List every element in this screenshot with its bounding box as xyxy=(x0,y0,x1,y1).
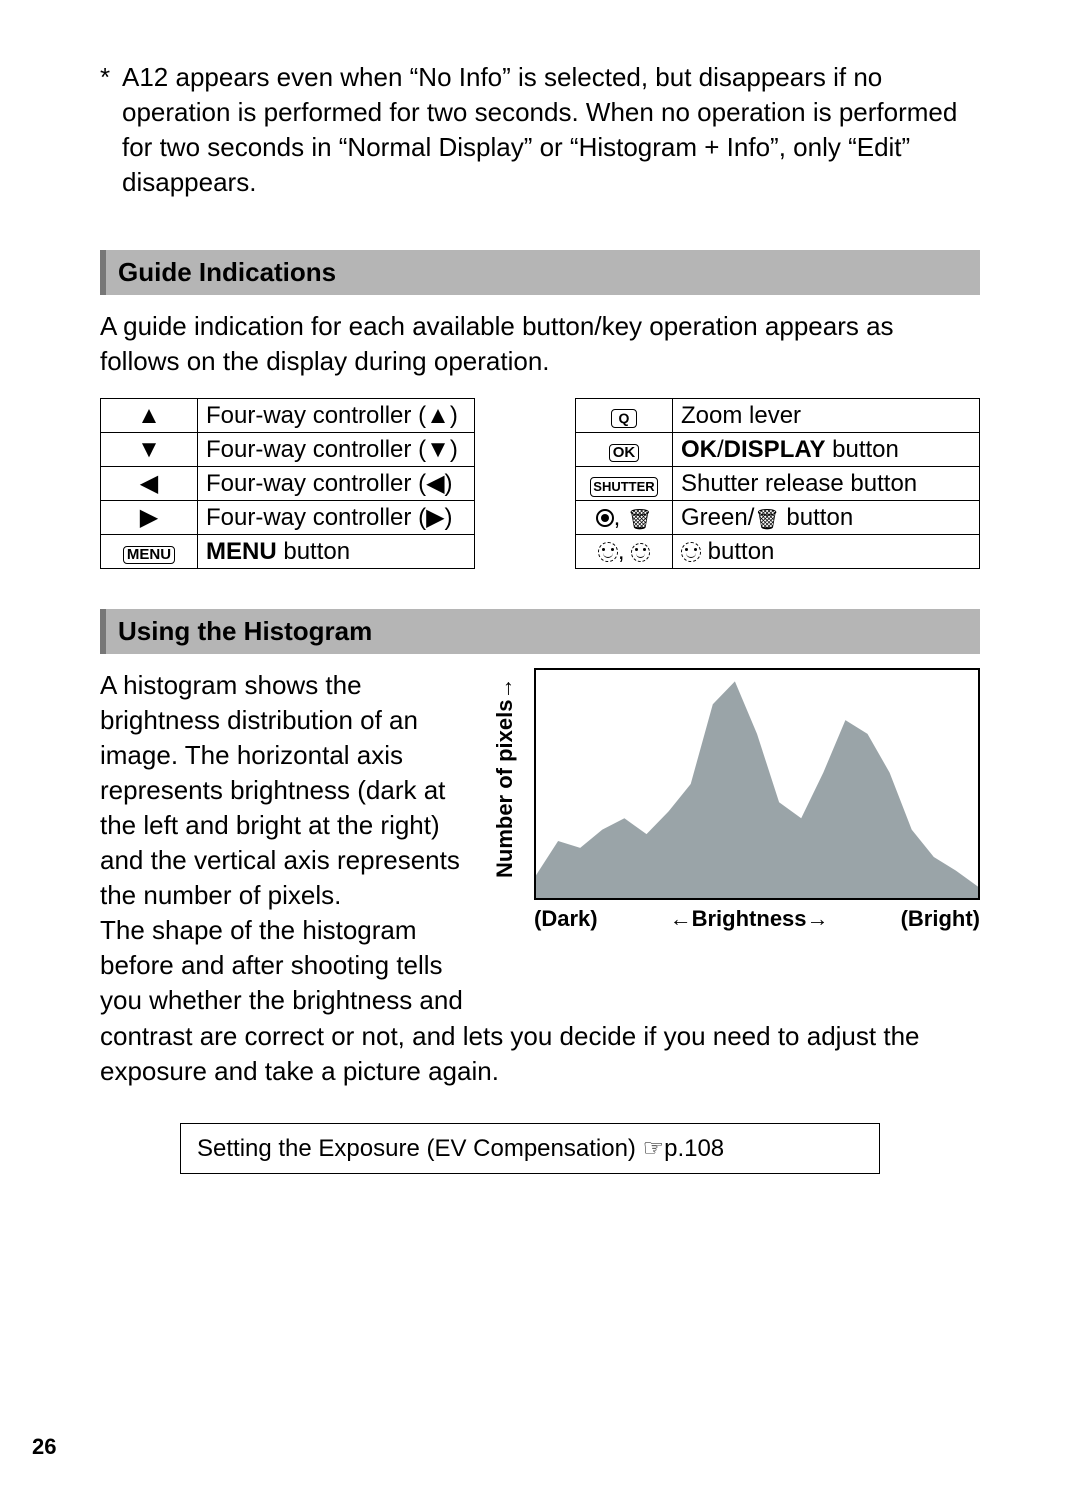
histogram-chart xyxy=(534,668,980,900)
histogram-brightness-label: ←Brightness→ xyxy=(670,906,829,932)
guide-desc: MENU button xyxy=(198,534,475,568)
table-row: MENU MENU button xyxy=(101,534,475,568)
histogram-area-shape xyxy=(536,670,978,898)
ok-button-icon: OK xyxy=(609,444,640,462)
down-arrow-icon: ▼ xyxy=(137,436,161,463)
trash-icon: 🗑 xyxy=(627,507,652,532)
face-detect-icon xyxy=(598,542,618,562)
table-row: Q Zoom lever xyxy=(576,398,980,432)
separator-comma: , xyxy=(614,504,627,531)
table-row: ▶ Four-way controller (▶) xyxy=(101,500,475,534)
trash-icon: 🗑 xyxy=(754,507,779,532)
guide-intro-text: A guide indication for each available bu… xyxy=(100,309,980,379)
right-arrow-icon: ▶ xyxy=(140,504,158,531)
cross-reference-box: Setting the Exposure (EV Compensation) ☞… xyxy=(180,1123,880,1174)
histogram-bright-label: (Bright) xyxy=(901,906,980,932)
guide-desc: Zoom lever xyxy=(673,398,980,432)
histogram-description-continued: contrast are correct or not, and lets yo… xyxy=(100,1019,980,1089)
histogram-y-axis-label: Number of pixels→ xyxy=(492,677,518,877)
table-row: ◀ Four-way controller (◀) xyxy=(101,466,475,500)
section-heading-guide: Guide Indications xyxy=(100,250,980,295)
face-detect-icon xyxy=(681,542,701,562)
guide-table-left: ▲ Four-way controller (▲) ▼ Four-way con… xyxy=(100,398,475,569)
guide-desc: Four-way controller (▲) xyxy=(198,398,475,432)
face-detect-off-icon xyxy=(631,543,650,562)
guide-desc: Four-way controller (◀) xyxy=(198,466,475,500)
guide-desc: Green/🗑 button xyxy=(673,500,980,534)
guide-desc: OK/DISPLAY button xyxy=(673,432,980,466)
shutter-button-icon: SHUTTER xyxy=(590,477,657,497)
pointer-icon: ☞ xyxy=(643,1135,665,1162)
separator-comma: , xyxy=(618,538,631,565)
guide-desc: Four-way controller (▶) xyxy=(198,500,475,534)
table-row: OK OK/DISPLAY button xyxy=(576,432,980,466)
guide-desc: Four-way controller (▼) xyxy=(198,432,475,466)
up-arrow-icon: ▲ xyxy=(137,402,161,429)
table-row: , button xyxy=(576,534,980,568)
histogram-x-axis-labels: (Dark) ←Brightness→ (Bright) xyxy=(534,906,980,932)
table-row: ▼ Four-way controller (▼) xyxy=(101,432,475,466)
green-button-icon xyxy=(596,509,614,527)
table-row: SHUTTER Shutter release button xyxy=(576,466,980,500)
menu-button-icon: MENU xyxy=(123,546,175,564)
guide-table-right: Q Zoom lever OK OK/DISPLAY button SHUTTE… xyxy=(575,398,980,569)
histogram-dark-label: (Dark) xyxy=(534,906,598,932)
table-row: , 🗑 Green/🗑 button xyxy=(576,500,980,534)
zoom-lever-icon: Q xyxy=(611,409,638,428)
footnote-asterisk: * xyxy=(100,60,122,200)
left-arrow-icon: ◀ xyxy=(140,470,158,497)
footnote-a12: * A12 appears even when “No Info” is sel… xyxy=(100,60,980,200)
guide-desc: Shutter release button xyxy=(673,466,980,500)
guide-desc: button xyxy=(673,534,980,568)
histogram-description-left: A histogram shows the brightness distrib… xyxy=(100,668,480,1019)
section-heading-histogram: Using the Histogram xyxy=(100,609,980,654)
page-number: 26 xyxy=(32,1434,56,1460)
table-row: ▲ Four-way controller (▲) xyxy=(101,398,475,432)
footnote-text: A12 appears even when “No Info” is selec… xyxy=(122,60,980,200)
